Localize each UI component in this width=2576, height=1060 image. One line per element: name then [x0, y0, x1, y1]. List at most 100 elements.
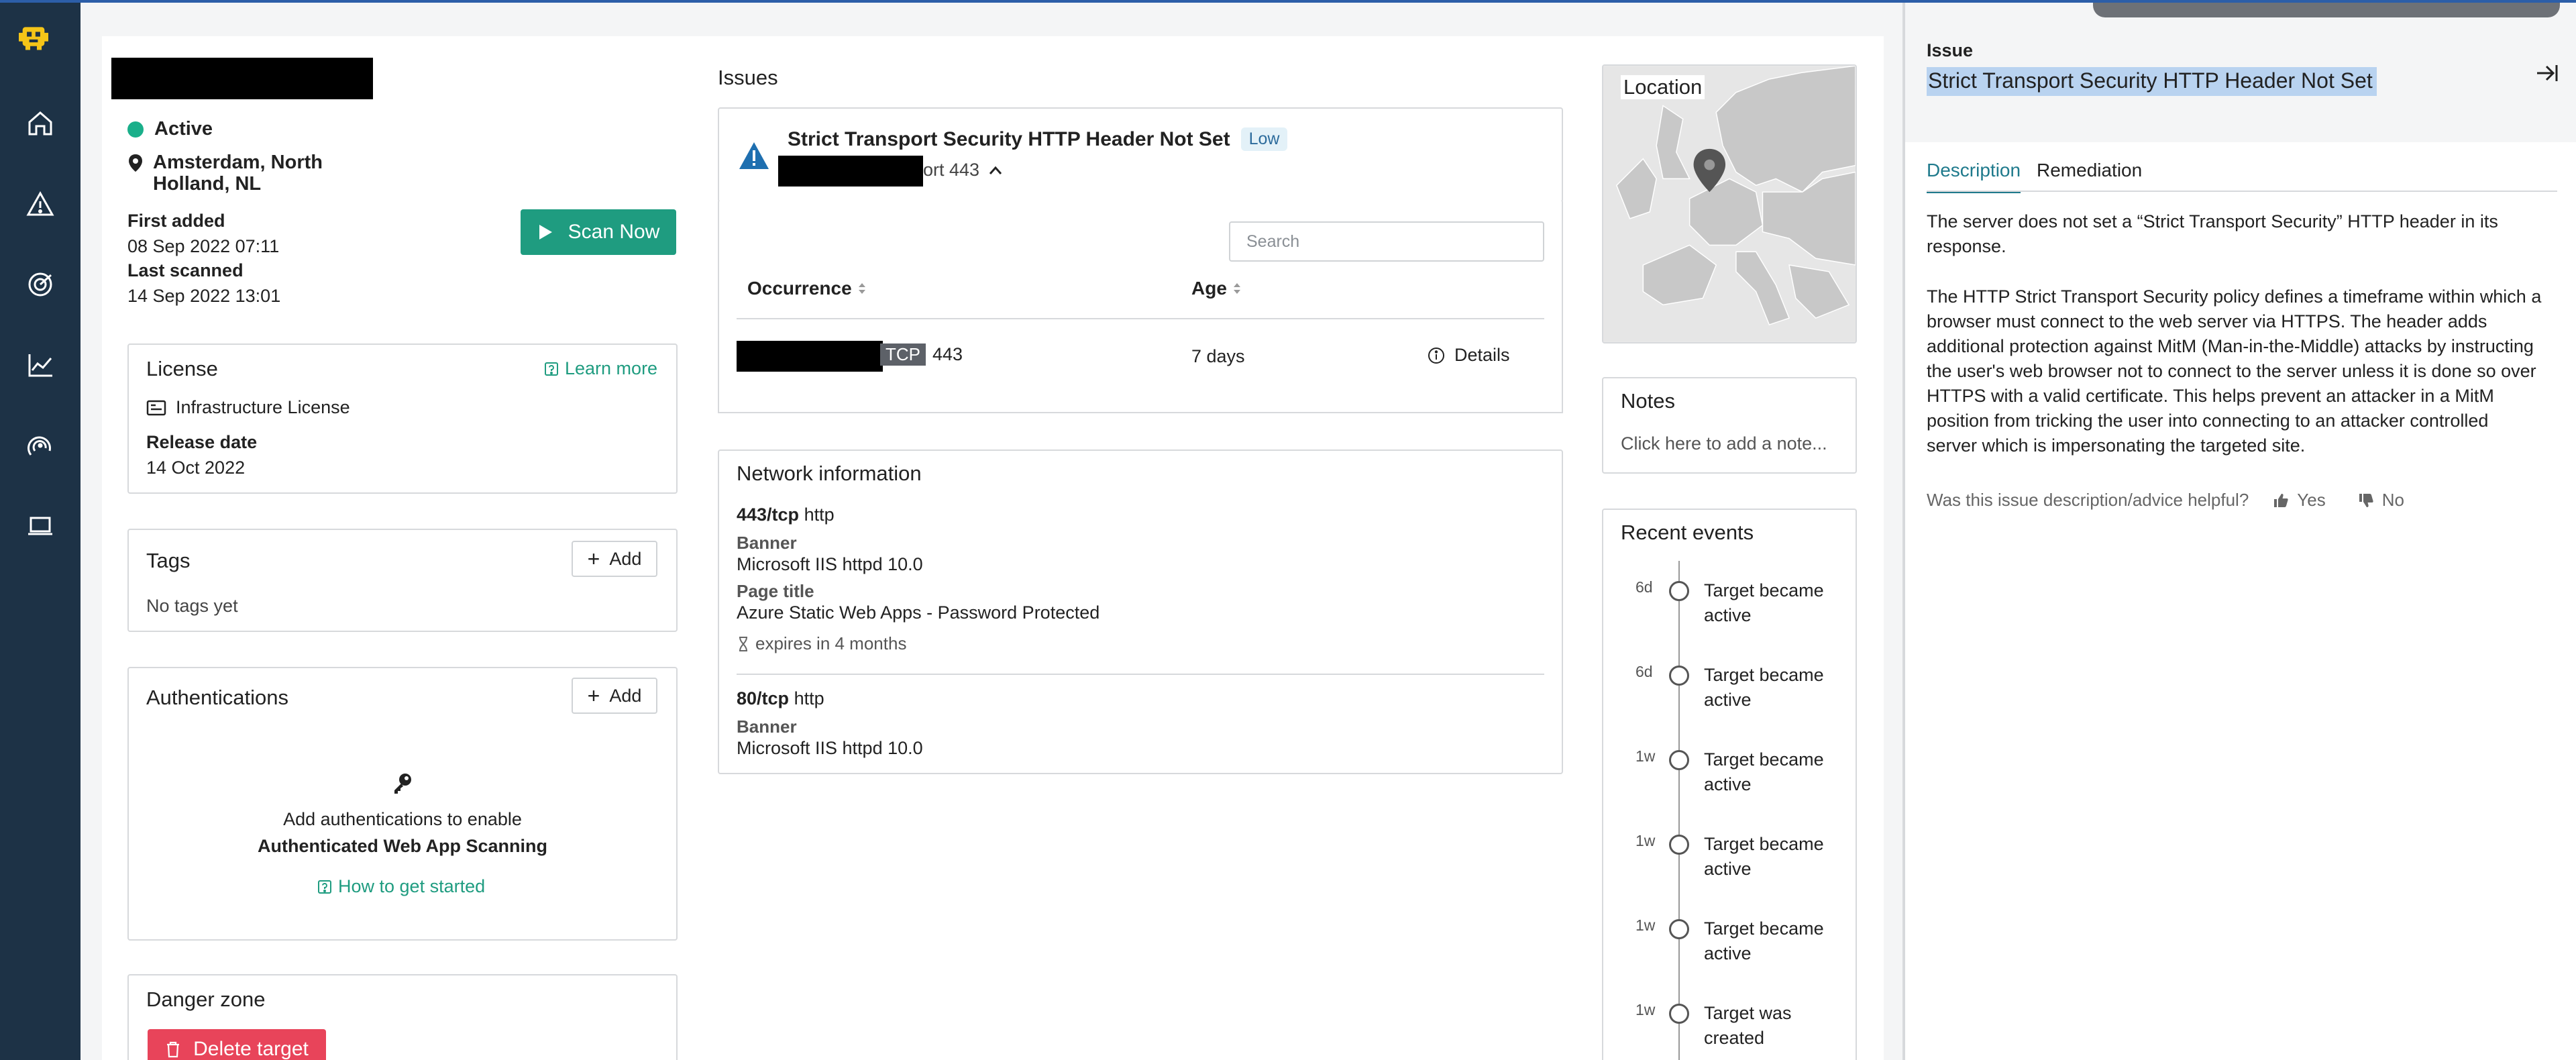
protocol-chip: TCP	[880, 343, 926, 366]
delete-target-button[interactable]: Delete target	[148, 1029, 326, 1060]
app-logo-icon[interactable]	[19, 23, 60, 60]
add-note-field[interactable]: Click here to add a note...	[1621, 433, 1827, 454]
event-text: Target was created	[1704, 1003, 1792, 1048]
network-divider	[737, 674, 1544, 675]
key-icon	[390, 772, 415, 799]
event-text: Target became active	[1704, 580, 1824, 625]
helpful-question: Was this issue description/advice helpfu…	[1927, 490, 2249, 510]
event-timeline-dot-icon	[1669, 666, 1689, 686]
thumbs-down-icon	[2359, 493, 2373, 507]
table-row[interactable]: TCP 443	[880, 343, 963, 366]
how-to-get-started-link[interactable]: How to get started	[317, 876, 485, 897]
event-age: 1w	[1635, 747, 1656, 765]
event-age: 1w	[1635, 832, 1656, 849]
auth-empty-line1: Add authentications to enable	[283, 809, 522, 829]
tab-remediation[interactable]: Remediation	[2037, 160, 2142, 191]
tags-title: Tags	[146, 549, 191, 572]
tab-description[interactable]: Description	[1927, 160, 2021, 193]
description-paragraph-2: The HTTP Strict Transport Security polic…	[1927, 286, 2542, 456]
nav-scans-radar-icon[interactable]	[25, 431, 55, 460]
nav-devices-laptop-icon[interactable]	[25, 511, 55, 541]
notes-title: Notes	[1621, 389, 1675, 413]
danger-zone-title: Danger zone	[146, 988, 266, 1011]
europe-map[interactable]	[1603, 66, 1856, 342]
event-text: Target became active	[1704, 834, 1824, 879]
banner-label: Banner	[737, 717, 797, 737]
location-title: Location	[1621, 75, 1705, 99]
sort-icon	[858, 283, 865, 294]
warning-triangle-icon	[738, 141, 770, 174]
occurrence-age: 7 days	[1191, 346, 1245, 366]
authentications-title: Authentications	[146, 686, 288, 709]
chevron-up-icon[interactable]	[989, 166, 1002, 175]
first-added-value: 08 Sep 2022 07:11	[127, 236, 280, 256]
timeline-line	[1678, 561, 1680, 1060]
nav-reports-chart-icon[interactable]	[25, 350, 55, 380]
scan-now-button[interactable]: Scan Now	[521, 209, 676, 255]
nav-targets-icon[interactable]	[25, 270, 55, 299]
last-scanned-value: 14 Sep 2022 13:01	[127, 286, 281, 306]
drawer-issue-title: Strict Transport Security HTTP Header No…	[1927, 67, 2377, 96]
event-timeline-dot-icon	[1669, 581, 1689, 601]
release-date-label: Release date	[146, 432, 258, 452]
play-icon	[539, 225, 552, 240]
add-authentication-button[interactable]: + Add	[572, 678, 657, 714]
auth-empty-line2: Authenticated Web App Scanning	[257, 836, 547, 856]
event-timeline-dot-icon	[1669, 835, 1689, 855]
top-accent-line	[0, 0, 2576, 3]
helpful-yes-button[interactable]: Yes	[2273, 490, 2326, 511]
banner-label: Banner	[737, 533, 797, 553]
issue-port-row: ort 443	[923, 160, 1002, 180]
license-card-icon	[146, 400, 166, 415]
learn-more-link[interactable]: Learn more	[543, 358, 657, 379]
target-location: Amsterdam, North Holland, NL	[127, 152, 368, 195]
drawer-label: Issue	[1927, 40, 1974, 60]
nav-home-icon[interactable]	[25, 109, 55, 138]
event-age: 1w	[1635, 916, 1656, 934]
event-age: 1w	[1635, 1001, 1656, 1018]
redacted-host	[778, 156, 923, 187]
sort-icon	[1233, 283, 1240, 294]
col-age-header[interactable]: Age	[1191, 278, 1243, 299]
table-divider	[737, 318, 1544, 319]
thumbs-up-icon	[2274, 493, 2288, 507]
nav-issues-warning-icon[interactable]	[25, 189, 55, 219]
network-entry-port: 443/tcp http	[737, 505, 835, 525]
issue-header[interactable]	[718, 107, 1563, 203]
license-name: Infrastructure License	[146, 397, 350, 418]
event-text: Target became active	[1704, 918, 1824, 963]
trash-icon	[167, 1041, 180, 1058]
network-title: Network information	[737, 462, 922, 485]
help-icon	[545, 362, 558, 376]
collapse-drawer-icon[interactable]	[2536, 63, 2559, 87]
hourglass-icon	[739, 636, 747, 651]
event-timeline-dot-icon	[1669, 750, 1689, 770]
banner-value: Microsoft IIS httpd 10.0	[737, 554, 923, 574]
add-tag-button[interactable]: + Add	[572, 541, 657, 577]
location-panel	[1602, 64, 1857, 343]
helpful-no-button[interactable]: No	[2358, 490, 2404, 511]
severity-badge: Low	[1240, 127, 1288, 151]
event-timeline-dot-icon	[1669, 1004, 1689, 1024]
last-scanned-label: Last scanned	[127, 260, 244, 280]
occurrence-search-input[interactable]	[1229, 221, 1544, 262]
event-timeline-dot-icon	[1669, 919, 1689, 939]
info-icon	[1428, 347, 1444, 364]
redacted-occurrence-host	[737, 341, 883, 372]
details-button[interactable]: Details	[1428, 345, 1510, 366]
event-text: Target became active	[1704, 665, 1824, 710]
page-title-label: Page title	[737, 581, 814, 601]
tabs-divider	[1927, 191, 2557, 192]
first-added-label: First added	[127, 211, 225, 231]
col-occurrence-header[interactable]: Occurrence	[747, 278, 868, 299]
issues-title: Issues	[718, 66, 778, 89]
help-icon	[318, 880, 331, 894]
status-dot-icon	[127, 121, 144, 138]
recent-events-title: Recent events	[1621, 521, 1754, 544]
target-status: Active	[127, 118, 213, 140]
redacted-target-name	[111, 58, 373, 99]
event-age: 6d	[1635, 663, 1653, 680]
left-nav	[0, 0, 80, 1060]
location-pin-icon	[129, 154, 142, 172]
tags-empty: No tags yet	[146, 596, 238, 616]
